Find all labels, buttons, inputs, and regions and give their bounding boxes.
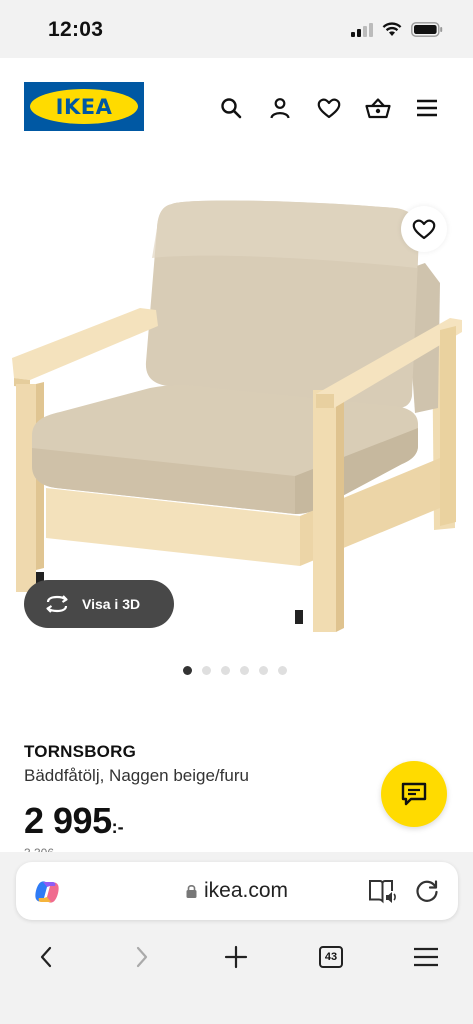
wishlist-icon[interactable] bbox=[312, 93, 346, 123]
browser-menu-button[interactable] bbox=[409, 940, 443, 974]
carousel-dots bbox=[0, 666, 473, 675]
view-in-3d-button[interactable]: Visa i 3D bbox=[24, 580, 174, 628]
header-actions bbox=[214, 93, 444, 123]
product-gallery[interactable]: Visa i 3D bbox=[0, 158, 473, 658]
chevron-right-icon bbox=[136, 946, 148, 968]
chat-icon bbox=[401, 782, 427, 806]
status-bar: 12:03 bbox=[0, 0, 473, 58]
carousel-dot[interactable] bbox=[240, 666, 249, 675]
carousel-dot[interactable] bbox=[221, 666, 230, 675]
new-tab-button[interactable] bbox=[219, 940, 253, 974]
heart-icon bbox=[412, 219, 436, 240]
price-suffix: :- bbox=[111, 817, 124, 837]
product-price: 2 995 :- bbox=[24, 800, 124, 842]
signal-icon bbox=[351, 22, 373, 37]
forward-button[interactable] bbox=[125, 940, 159, 974]
reader-aloud-icon[interactable] bbox=[368, 877, 398, 905]
site-header: IKEA bbox=[0, 58, 473, 158]
browser-toolbar: ikea.com 43 bbox=[0, 852, 473, 1024]
tab-count: 43 bbox=[319, 946, 343, 968]
price-amount: 2 995 bbox=[24, 800, 112, 841]
chevron-left-icon bbox=[40, 946, 52, 968]
reload-icon[interactable] bbox=[414, 878, 440, 904]
browser-nav: 43 bbox=[0, 940, 473, 974]
logo-text: IKEA bbox=[55, 94, 113, 119]
logo-oval: IKEA bbox=[30, 89, 138, 124]
url-text: ikea.com bbox=[203, 879, 289, 902]
carousel-dot[interactable] bbox=[183, 666, 192, 675]
account-icon[interactable] bbox=[263, 93, 297, 123]
add-to-wishlist-button[interactable] bbox=[401, 206, 447, 252]
back-button[interactable] bbox=[29, 940, 63, 974]
hamburger-icon bbox=[414, 947, 438, 967]
search-icon[interactable] bbox=[214, 93, 248, 123]
lock-icon bbox=[186, 885, 197, 898]
status-icons bbox=[351, 22, 443, 37]
carousel-dot[interactable] bbox=[278, 666, 287, 675]
chat-button[interactable] bbox=[381, 761, 447, 827]
wifi-icon bbox=[382, 22, 402, 36]
address-bar[interactable]: ikea.com bbox=[16, 862, 458, 920]
tabs-button[interactable]: 43 bbox=[314, 940, 348, 974]
menu-icon[interactable] bbox=[410, 93, 444, 123]
battery-icon bbox=[411, 22, 443, 37]
product-name: TORNSBORG bbox=[24, 742, 136, 761]
view-in-3d-label: Visa i 3D bbox=[82, 596, 141, 612]
cart-icon[interactable] bbox=[361, 93, 395, 123]
rotate-3d-icon bbox=[46, 595, 68, 613]
carousel-dot[interactable] bbox=[259, 666, 268, 675]
status-time: 12:03 bbox=[48, 18, 104, 41]
plus-icon bbox=[224, 945, 248, 969]
product-description: Bäddfåtölj, Naggen beige/furu bbox=[24, 766, 249, 785]
ikea-logo[interactable]: IKEA bbox=[24, 82, 144, 131]
carousel-dot[interactable] bbox=[202, 666, 211, 675]
